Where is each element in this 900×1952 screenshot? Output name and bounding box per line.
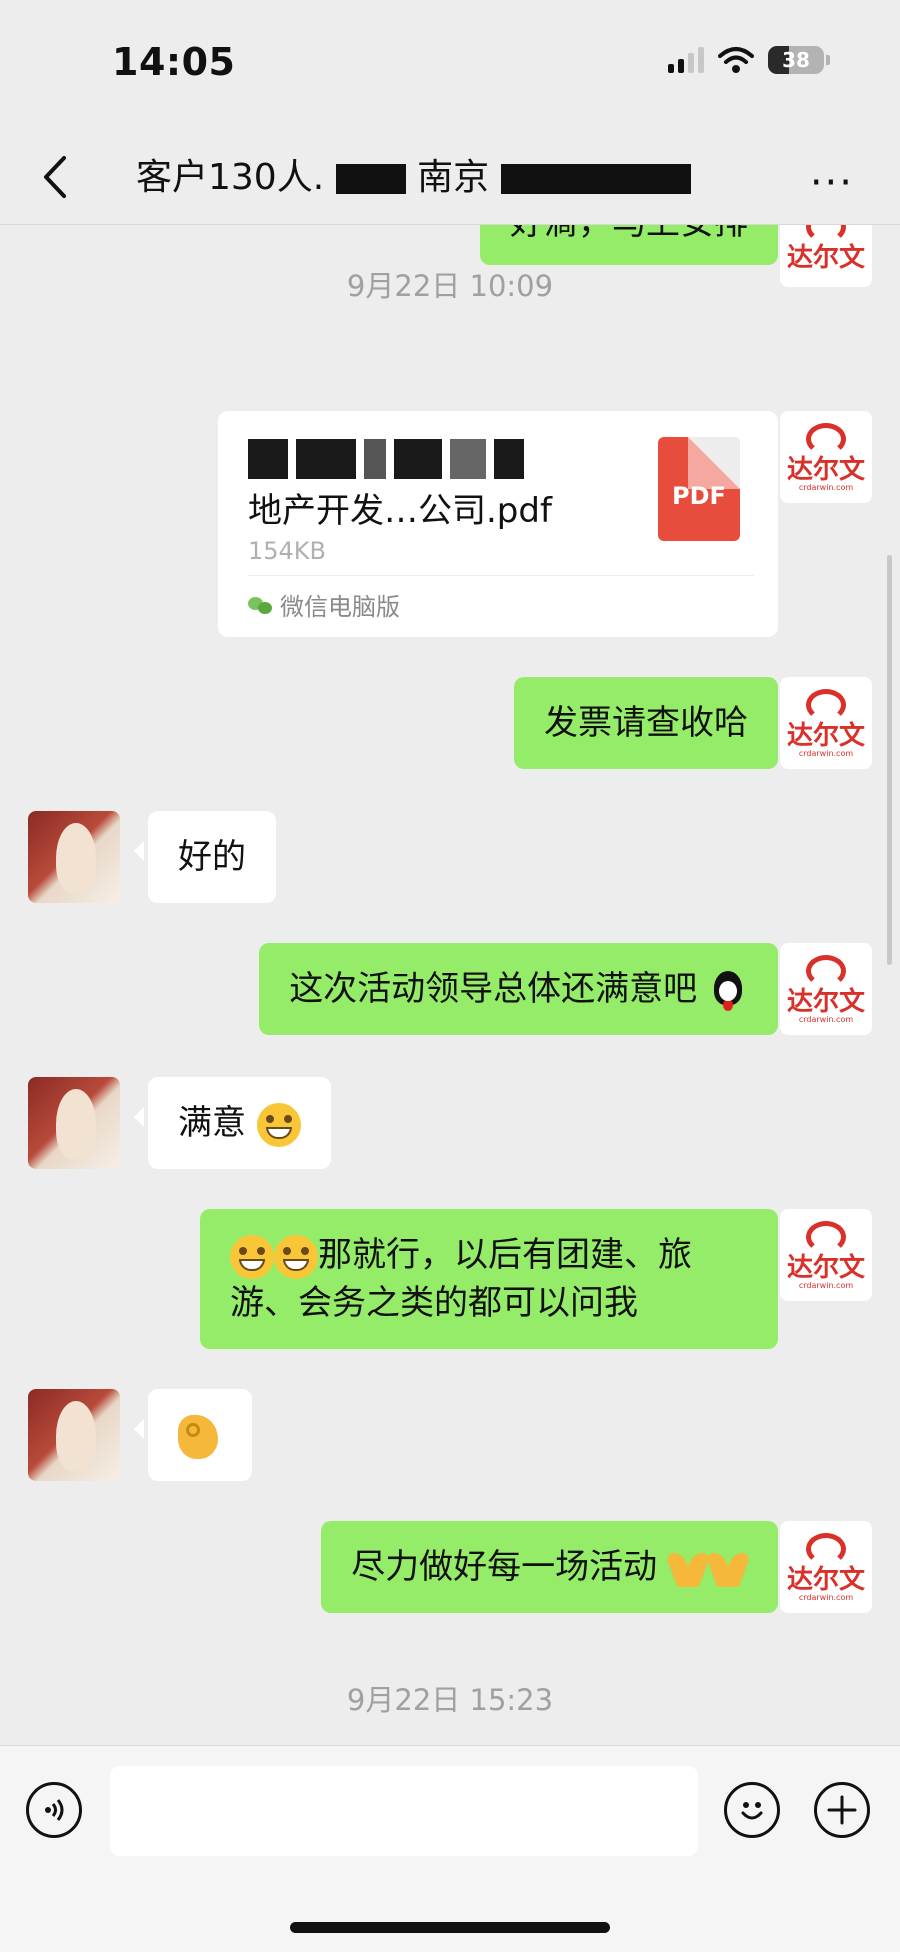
status-bar: 14:05 38 — [0, 0, 900, 130]
message-bubble-other[interactable] — [134, 1389, 252, 1481]
avatar-contact[interactable] — [28, 1077, 120, 1169]
message-text: 满意 — [178, 1103, 246, 1143]
message-bubble-other[interactable]: 好的 — [134, 811, 276, 903]
pdf-icon: PDF — [658, 437, 740, 541]
divider — [248, 575, 754, 576]
file-source: 微信电脑版 — [248, 587, 400, 622]
more-dots-icon[interactable]: ··· — [810, 160, 854, 206]
message-text: 好的 — [178, 837, 246, 877]
pdf-label: PDF — [672, 482, 726, 510]
grin-emoji-icon — [256, 1102, 301, 1147]
message-bubble-mine[interactable]: 这次活动领导总体还满意吧 — [259, 943, 792, 1035]
timestamp: 9月22日 15:23 — [346, 1683, 554, 1717]
voice-icon[interactable] — [26, 1782, 82, 1838]
ok-hand-emoji-icon — [178, 1414, 218, 1459]
pray-emoji-icon — [668, 1551, 708, 1587]
home-indicator — [290, 1922, 610, 1933]
scrollbar[interactable] — [887, 555, 892, 965]
redacted-block — [248, 439, 524, 479]
message-input[interactable] — [110, 1766, 698, 1856]
message-text: 这次活动领导总体还满意吧 — [289, 969, 698, 1009]
signal-icon — [668, 47, 704, 73]
status-time: 14:05 — [112, 40, 236, 84]
plus-icon[interactable] — [814, 1782, 870, 1838]
battery-icon: 38 — [768, 46, 830, 74]
file-source-label: 微信电脑版 — [280, 593, 400, 621]
message-text: 尽力做好每一场活动 — [351, 1547, 658, 1587]
grin-emoji-icon — [230, 1234, 274, 1279]
avatar-mine[interactable]: 达尔文 crdarwin.com — [780, 1521, 872, 1613]
message-list[interactable]: 好滴，马上安排 达尔文 9月22日 10:09 地产开发…公司.pdf 154K… — [0, 225, 900, 1745]
message-composer — [0, 1745, 900, 1952]
penguin-emoji-icon — [708, 969, 748, 1013]
redacted-block — [335, 164, 406, 194]
redacted-block — [500, 164, 691, 194]
file-size: 154KB — [248, 537, 327, 565]
chat-title: 客户130人. 南京 — [136, 148, 691, 200]
message-bubble-mine[interactable]: 发票请查收哈 — [514, 677, 792, 769]
pray-emoji-icon — [708, 1551, 748, 1587]
file-name: 地产开发…公司.pdf — [248, 491, 552, 531]
message-bubble-mine[interactable]: 好滴，马上安排 — [480, 225, 792, 265]
message-text: 发票请查收哈 — [544, 703, 748, 743]
message-bubble-other[interactable]: 满意 — [134, 1077, 331, 1169]
chevron-left-icon[interactable] — [36, 152, 76, 202]
message-text: 好滴，马上安排 — [510, 225, 748, 243]
message-bubble-mine[interactable]: 那就行，以后有团建、旅游、会务之类的都可以问我 — [200, 1209, 792, 1349]
wifi-icon — [718, 47, 754, 73]
message-bubble-mine[interactable]: 尽力做好每一场活动 — [321, 1521, 792, 1613]
avatar-contact[interactable] — [28, 811, 120, 903]
wechat-icon — [248, 595, 272, 615]
timestamp: 9月22日 10:09 — [346, 269, 554, 303]
emoji-icon[interactable] — [724, 1782, 780, 1838]
chat-title-prefix: 客户130人. — [136, 157, 325, 198]
chat-header: 客户130人. 南京 ··· — [0, 130, 900, 225]
battery-level: 38 — [782, 48, 810, 72]
status-icons: 38 — [668, 46, 830, 74]
avatar-mine[interactable]: 达尔文 crdarwin.com — [780, 677, 872, 769]
avatar-mine[interactable]: 达尔文 crdarwin.com — [780, 943, 872, 1035]
file-message-card[interactable]: 地产开发…公司.pdf 154KB PDF 微信电脑版 — [218, 411, 792, 637]
avatar-mine[interactable]: 达尔文 crdarwin.com — [780, 411, 872, 503]
avatar-mine[interactable]: 达尔文 crdarwin.com — [780, 1209, 872, 1301]
grin-emoji-icon — [274, 1234, 318, 1279]
avatar-contact[interactable] — [28, 1389, 120, 1481]
chat-title-mid: 南京 — [417, 157, 490, 198]
